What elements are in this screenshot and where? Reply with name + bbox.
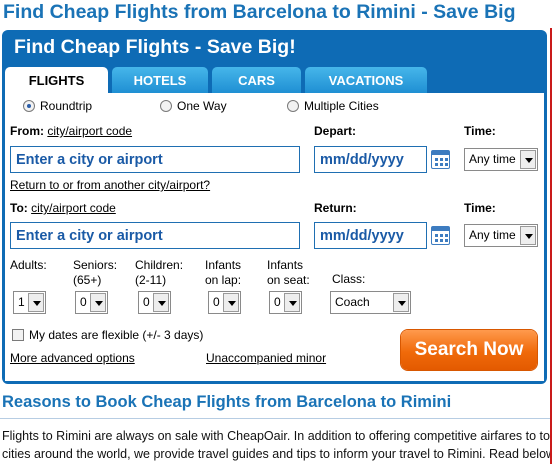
flexible-dates-checkbox[interactable] [12, 329, 24, 341]
chevron-down-icon [520, 150, 536, 169]
page-title: Find Cheap Flights from Barcelona to Rim… [3, 1, 516, 23]
chevron-down-icon [393, 293, 409, 312]
widget-title: Find Cheap Flights - Save Big! [14, 36, 296, 58]
tab-flights[interactable]: FLIGHTS [5, 67, 108, 93]
calendar-icon[interactable] [431, 150, 450, 169]
from-hint-link[interactable]: city/airport code [47, 124, 132, 138]
calendar-icon[interactable] [431, 226, 450, 245]
more-advanced-options-link[interactable]: More advanced options [10, 351, 135, 365]
infants-seat-label: Infants [267, 258, 304, 272]
divider [0, 418, 552, 419]
multiple-cities-radio[interactable] [287, 100, 299, 112]
depart-date-input[interactable] [314, 146, 427, 173]
return-time-label: Time: [464, 201, 496, 215]
adults-select[interactable]: 1 [13, 291, 46, 314]
infants-lap-sub-label: on lap: [205, 273, 242, 287]
roundtrip-radio[interactable] [23, 100, 35, 112]
depart-time-label: Time: [464, 124, 496, 138]
from-input[interactable] [10, 146, 300, 173]
depart-time-select[interactable]: Any time [464, 148, 538, 171]
class-select[interactable]: Coach [330, 291, 411, 314]
return-date-input[interactable] [314, 222, 427, 249]
roundtrip-label: Roundtrip [40, 99, 93, 113]
seniors-label: Seniors: [73, 258, 118, 272]
multiple-cities-label: Multiple Cities [304, 99, 379, 113]
return-time-select[interactable]: Any time [464, 224, 538, 247]
unaccompanied-minor-link[interactable]: Unaccompanied minor [206, 351, 326, 365]
chevron-down-icon [284, 293, 300, 312]
to-label: To: [10, 201, 28, 215]
seniors-age-label: (65+) [73, 273, 102, 287]
infants-lap-label: Infants [205, 258, 242, 272]
children-age-label: (2-11) [135, 273, 167, 287]
depart-time-value: Any time [469, 152, 516, 166]
class-label: Class: [332, 272, 366, 286]
to-label-row: To: city/airport code [10, 201, 116, 215]
from-label: From: [10, 124, 44, 138]
return-other-city-link[interactable]: Return to or from another city/airport? [10, 178, 210, 192]
infants-lap-value: 0 [213, 295, 220, 309]
chevron-down-icon [223, 293, 239, 312]
tab-vacations[interactable]: VACATIONS [305, 67, 427, 93]
chevron-down-icon [153, 293, 169, 312]
search-now-button[interactable]: Search Now [401, 330, 537, 370]
body-text-line: cities around the world, we provide trav… [2, 447, 550, 461]
children-label: Children: [135, 258, 184, 272]
from-label-row: From: city/airport code [10, 124, 132, 138]
infants-seat-value: 0 [274, 295, 281, 309]
chevron-down-icon [520, 226, 536, 245]
chevron-down-icon [28, 293, 44, 312]
infants-seat-select[interactable]: 0 [269, 291, 302, 314]
flights-panel: Roundtrip One Way Multiple Cities From: … [5, 93, 544, 381]
seniors-value: 0 [80, 295, 87, 309]
body-text-line: Flights to Rimini are always on sale wit… [2, 429, 550, 443]
tab-hotels[interactable]: HOTELS [112, 67, 208, 93]
flexible-dates-label: My dates are flexible (+/- 3 days) [29, 328, 204, 342]
one-way-radio[interactable] [160, 100, 172, 112]
one-way-label: One Way [177, 99, 227, 113]
to-input[interactable] [10, 222, 300, 249]
depart-label: Depart: [314, 124, 357, 138]
class-value: Coach [335, 295, 370, 309]
to-hint-link[interactable]: city/airport code [31, 201, 116, 215]
seniors-select[interactable]: 0 [75, 291, 108, 314]
flight-search-widget: Find Cheap Flights - Save Big! FLIGHTS H… [2, 30, 547, 384]
return-time-value: Any time [469, 228, 516, 242]
tab-cars[interactable]: CARS [212, 67, 301, 93]
children-select[interactable]: 0 [138, 291, 171, 314]
children-value: 0 [143, 295, 150, 309]
return-label: Return: [314, 201, 357, 215]
chevron-down-icon [90, 293, 106, 312]
adults-label: Adults: [10, 258, 47, 272]
infants-seat-sub-label: on seat: [267, 273, 310, 287]
infants-lap-select[interactable]: 0 [208, 291, 241, 314]
reasons-heading: Reasons to Book Cheap Flights from Barce… [2, 393, 452, 411]
adults-value: 1 [18, 295, 25, 309]
